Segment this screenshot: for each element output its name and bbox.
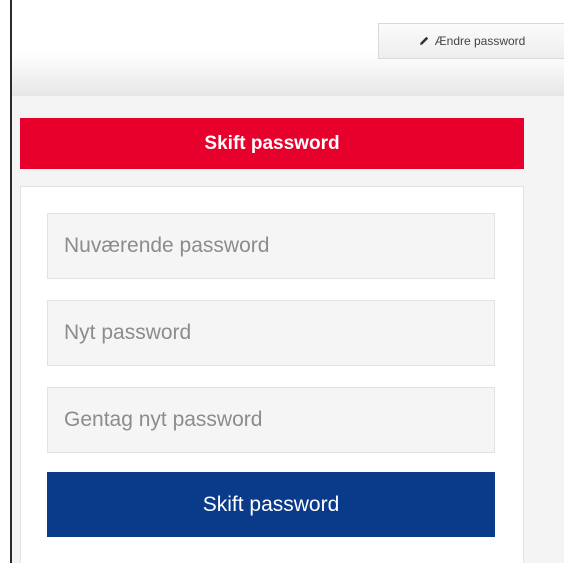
pencil-icon	[418, 35, 430, 47]
left-border	[10, 0, 12, 563]
new-password-field[interactable]	[47, 300, 495, 366]
repeat-password-field[interactable]	[47, 387, 495, 453]
current-password-field[interactable]	[47, 213, 495, 279]
edit-password-label: Ændre password	[434, 34, 526, 48]
panel-title: Skift password	[20, 118, 524, 169]
edit-password-button[interactable]: Ændre password	[378, 23, 564, 59]
page: Ændre password Skift password Skift pass…	[0, 0, 564, 563]
change-password-button[interactable]: Skift password	[47, 472, 495, 537]
